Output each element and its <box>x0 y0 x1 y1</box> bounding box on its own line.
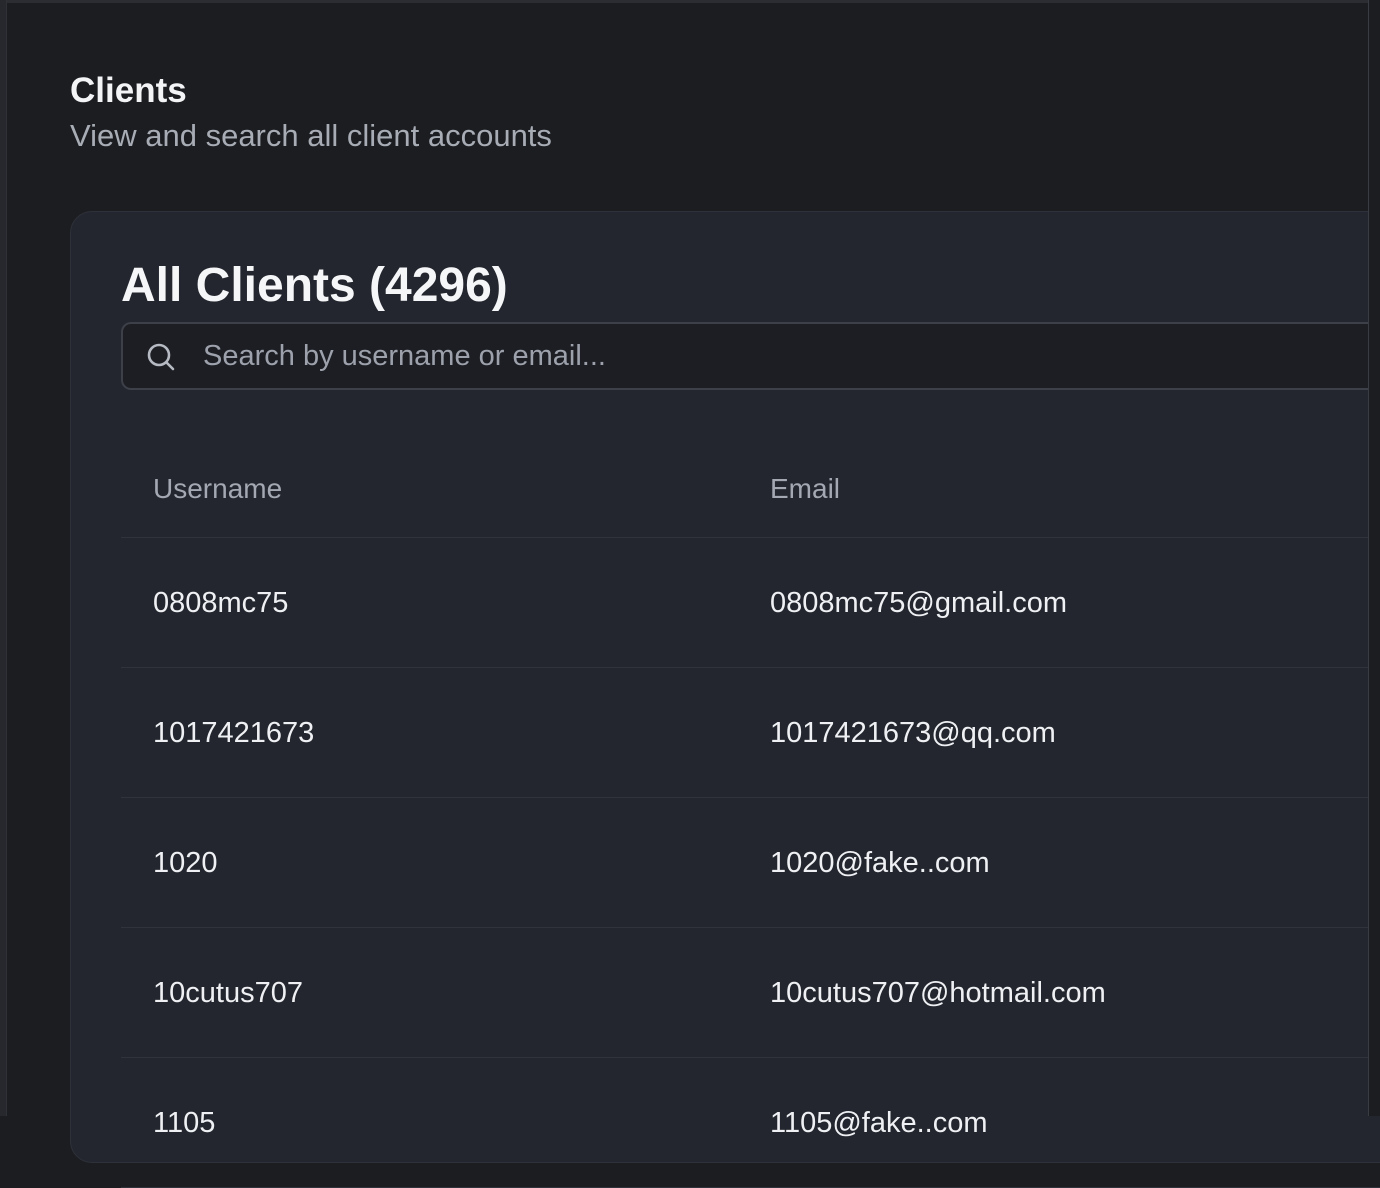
column-header-username[interactable]: Username <box>153 472 282 506</box>
table-row[interactable]: 0808mc75 0808mc75@gmail.com <box>121 538 1380 668</box>
table-row[interactable]: 10cutus707 10cutus707@hotmail.com <box>121 928 1380 1058</box>
username-cell: 1017421673 <box>153 717 315 749</box>
card-title: All Clients (4296) <box>121 259 508 312</box>
username-cell: 0808mc75 <box>153 587 289 619</box>
table-row[interactable]: 1105 1105@fake..com <box>121 1058 1380 1188</box>
page-title: Clients <box>70 71 187 110</box>
table-row[interactable]: 1017421673 1017421673@qq.com <box>121 668 1380 798</box>
table-header: Username Email <box>121 422 1380 538</box>
clients-card: All Clients (4296) Username Email 0808mc… <box>70 211 1380 1188</box>
page-subtitle: View and search all client accounts <box>70 118 552 153</box>
search-input[interactable] <box>203 324 1303 388</box>
username-cell: 1020 <box>153 847 218 879</box>
table-row[interactable]: 1020 1020@fake..com <box>121 798 1380 928</box>
email-cell: 0808mc75@gmail.com <box>770 587 1068 619</box>
email-cell: 1105@fake..com <box>770 1107 988 1139</box>
page-header: Clients View and search all client accou… <box>70 70 552 156</box>
search-icon <box>145 341 177 373</box>
sidebar-edge <box>0 0 7 1116</box>
username-cell: 10cutus707 <box>153 977 303 1009</box>
email-cell: 1020@fake..com <box>770 847 990 879</box>
search-box[interactable] <box>121 322 1380 390</box>
username-cell: 1105 <box>153 1107 216 1139</box>
window-top-border <box>0 0 1380 3</box>
email-cell: 10cutus707@hotmail.com <box>770 977 1106 1009</box>
scroll-edge <box>1368 0 1380 1116</box>
clients-table: Username Email 0808mc75 0808mc75@gmail.c… <box>121 422 1380 1188</box>
email-cell: 1017421673@qq.com <box>770 717 1056 749</box>
app-frame: Clients View and search all client accou… <box>0 0 1380 1188</box>
column-header-email[interactable]: Email <box>770 472 840 506</box>
